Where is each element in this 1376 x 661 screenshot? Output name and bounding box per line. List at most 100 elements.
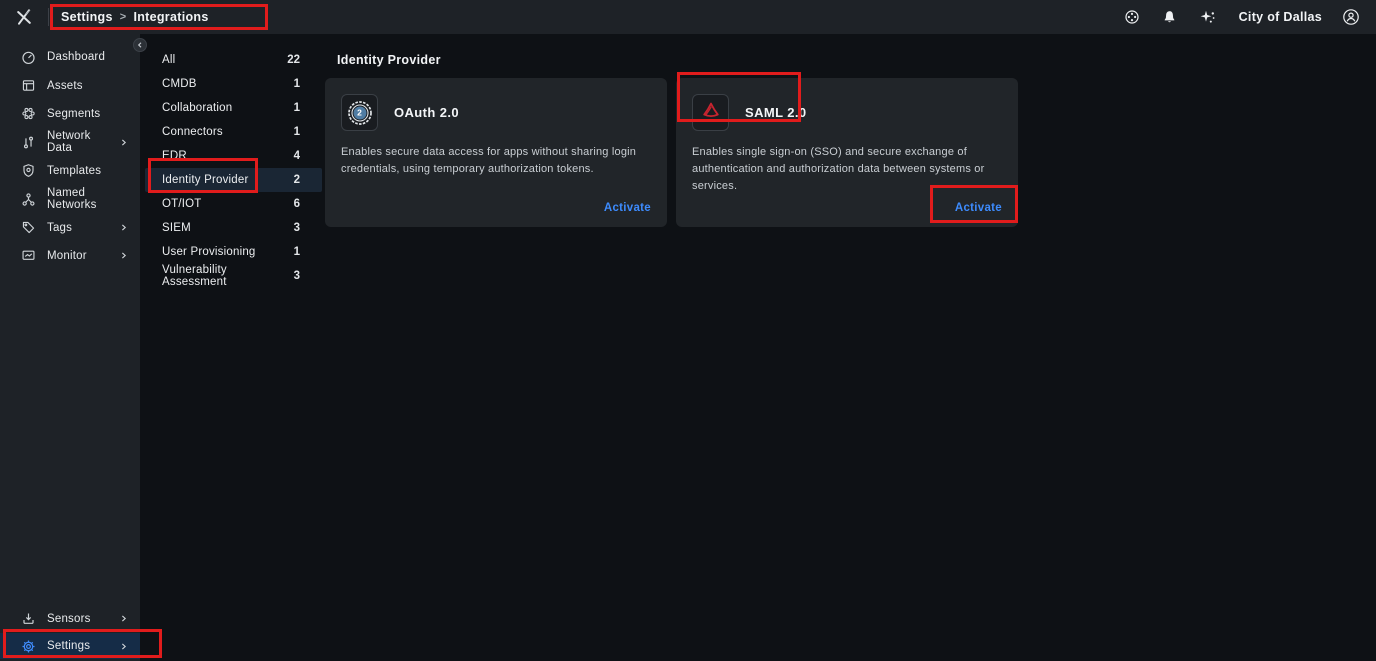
named-networks-icon	[20, 191, 36, 207]
sensors-download-icon	[20, 611, 36, 627]
page-title: Identity Provider	[337, 48, 1376, 72]
assets-table-icon	[20, 78, 36, 94]
integration-cards: 2 OAuth 2.0 Enables secure data access f…	[325, 78, 1376, 227]
category-siem[interactable]: SIEM 3	[140, 216, 322, 240]
segments-hex-cluster-icon	[20, 106, 36, 122]
category-count: 3	[294, 270, 300, 282]
sidebar-item-named-networks[interactable]: Named Networks	[0, 185, 140, 213]
tag-icon	[20, 220, 36, 236]
sidebar-item-settings[interactable]: Settings	[0, 633, 140, 659]
card-title: SAML 2.0	[745, 105, 806, 120]
brand-x-logo[interactable]	[0, 7, 48, 27]
category-label: SIEM	[162, 222, 191, 234]
category-count: 4	[294, 150, 300, 162]
brand-x-logo-glyph	[14, 7, 34, 27]
category-count: 1	[294, 126, 300, 138]
category-label: Collaboration	[162, 102, 232, 114]
sidebar-item-tags[interactable]: Tags	[0, 213, 140, 241]
app-window: Settings > Integrations	[0, 0, 1376, 661]
oauth2-badge: 2	[353, 106, 366, 119]
chevron-right-icon	[119, 138, 128, 147]
ai-sparkle-icon[interactable]	[1199, 8, 1217, 26]
category-ot-iot[interactable]: OT/IOT 6	[140, 192, 322, 216]
category-all[interactable]: All 22	[140, 48, 322, 72]
chevron-right-icon	[119, 642, 128, 651]
category-label: All	[162, 54, 175, 66]
breadcrumb: Settings > Integrations	[61, 10, 209, 24]
sidebar-nav: Dashboard Assets Segme	[0, 34, 140, 270]
chevron-right-icon	[119, 223, 128, 232]
activate-oauth2-button[interactable]: Activate	[604, 202, 651, 214]
gear-icon	[20, 638, 36, 654]
sidebar-item-templates[interactable]: Templates	[0, 157, 140, 185]
sidebar-item-label: Network Data	[47, 130, 119, 154]
sidebar-item-label: Named Networks	[47, 187, 128, 211]
sidebar-item-monitor[interactable]: Monitor	[0, 242, 140, 270]
category-count: 6	[294, 198, 300, 210]
sidebar-item-label: Segments	[47, 108, 100, 120]
card-saml2: SAML 2.0 Enables single sign-on (SSO) an…	[676, 78, 1018, 227]
topbar-right: City of Dallas	[1123, 8, 1376, 26]
templates-shield-icon	[20, 163, 36, 179]
sidebar-item-label: Tags	[47, 222, 72, 234]
content-area: All 22 CMDB 1 Collaboration 1 Connectors…	[140, 34, 1376, 661]
sidebar: Dashboard Assets Segme	[0, 34, 140, 661]
card-description: Enables secure data access for apps with…	[341, 144, 651, 178]
category-label: EDR	[162, 150, 187, 162]
category-edr[interactable]: EDR 4	[140, 144, 322, 168]
sidebar-item-network-data[interactable]: Network Data	[0, 128, 140, 156]
breadcrumb-settings[interactable]: Settings	[61, 10, 113, 24]
category-label: Identity Provider	[162, 174, 249, 186]
breadcrumb-separator: >	[120, 11, 127, 23]
support-icon[interactable]	[1123, 8, 1141, 26]
card-header: 2 OAuth 2.0	[341, 94, 651, 131]
sidebar-item-label: Templates	[47, 165, 101, 177]
sidebar-item-label: Assets	[47, 80, 83, 92]
breadcrumb-integrations[interactable]: Integrations	[133, 10, 208, 24]
monitor-icon	[20, 248, 36, 264]
category-identity-provider[interactable]: Identity Provider 2	[145, 168, 322, 192]
card-header: SAML 2.0	[692, 94, 1002, 131]
main-panel: Identity Provider 2 OAuth 2.0	[322, 34, 1376, 661]
sidebar-item-label: Sensors	[47, 613, 91, 625]
sidebar-item-segments[interactable]: Segments	[0, 100, 140, 128]
sidebar-item-label: Monitor	[47, 250, 87, 262]
sidebar-item-label: Dashboard	[47, 51, 105, 63]
card-title: OAuth 2.0	[394, 105, 459, 120]
integration-categories: All 22 CMDB 1 Collaboration 1 Connectors…	[140, 34, 322, 288]
category-user-provisioning[interactable]: User Provisioning 1	[140, 240, 322, 264]
category-cmdb[interactable]: CMDB 1	[140, 72, 322, 96]
category-label: Connectors	[162, 126, 223, 138]
chevron-right-icon	[119, 251, 128, 260]
activate-saml2-button[interactable]: Activate	[955, 202, 1002, 214]
sidebar-item-sensors[interactable]: Sensors	[0, 605, 140, 633]
topbar-divider	[48, 8, 49, 26]
category-connectors[interactable]: Connectors 1	[140, 120, 322, 144]
category-count: 3	[294, 222, 300, 234]
category-count: 1	[294, 78, 300, 90]
sidebar-item-label: Settings	[47, 640, 90, 652]
category-count: 1	[294, 246, 300, 258]
category-label: OT/IOT	[162, 198, 202, 210]
sidebar-bottom: Sensors Settings	[0, 605, 140, 659]
saml-logo	[692, 94, 729, 131]
sidebar-item-assets[interactable]: Assets	[0, 71, 140, 99]
oauth2-logo: 2	[341, 94, 378, 131]
category-label: CMDB	[162, 78, 197, 90]
card-description: Enables single sign-on (SSO) and secure …	[692, 144, 1002, 195]
tenant-name: City of Dallas	[1239, 10, 1322, 24]
category-label: User Provisioning	[162, 246, 256, 258]
category-collaboration[interactable]: Collaboration 1	[140, 96, 322, 120]
category-count: 2	[294, 174, 300, 186]
category-count: 22	[287, 54, 300, 66]
account-icon[interactable]	[1342, 8, 1360, 26]
network-data-icon	[20, 134, 36, 150]
category-vulnerability-assessment[interactable]: Vulnerability Assessment 3	[140, 264, 322, 288]
category-count: 1	[294, 102, 300, 114]
card-oauth2: 2 OAuth 2.0 Enables secure data access f…	[325, 78, 667, 227]
sidebar-item-dashboard[interactable]: Dashboard	[0, 43, 140, 71]
dashboard-gauge-icon	[20, 49, 36, 65]
sidebar-collapse-button[interactable]	[133, 38, 147, 52]
notifications-bell-icon[interactable]	[1161, 8, 1179, 26]
category-label: Vulnerability Assessment	[162, 264, 294, 288]
